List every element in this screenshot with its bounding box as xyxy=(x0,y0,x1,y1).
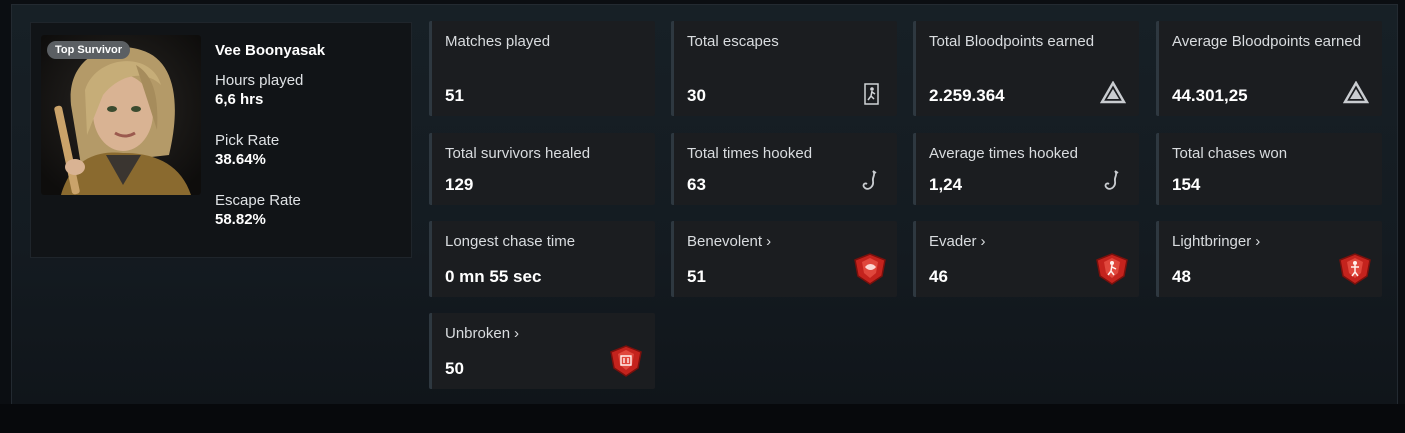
top-survivor-badge: Top Survivor xyxy=(47,41,131,59)
stat-card-chases-won: Total chases won 154 xyxy=(1156,133,1382,205)
stat-value: 0 mn 55 sec xyxy=(445,267,542,286)
stat-value: 2.259.364 xyxy=(929,86,1005,105)
unbroken-emblem-icon xyxy=(610,345,642,377)
stat-label: Total Bloodpoints earned xyxy=(929,33,1095,50)
emblem-label: Evader › xyxy=(929,230,1127,254)
chevron-right-icon: › xyxy=(766,233,772,250)
stat-card-longest-chase: Longest chase time 0 mn 55 sec xyxy=(429,221,655,297)
emblem-label: Lightbringer › xyxy=(1172,230,1370,254)
stat-value: 51 xyxy=(687,267,706,286)
survivor-profile-card: Top Survivor Vee Boonyasak Hours played … xyxy=(30,22,412,258)
stat-value: 1,24 xyxy=(929,175,963,194)
stat-label: Longest chase time xyxy=(445,233,576,250)
chevron-right-icon: › xyxy=(514,325,520,342)
benevolent-emblem-icon xyxy=(854,253,886,285)
stat-value: 129 xyxy=(445,175,474,194)
escape-rate-value: 58.82% xyxy=(215,211,266,228)
emblem-card-lightbringer[interactable]: Lightbringer › 48 xyxy=(1156,221,1382,297)
hook-icon xyxy=(862,170,877,190)
stat-card-average-bloodpoints: Average Bloodpoints earned 44.301,25 xyxy=(1156,21,1382,116)
emblem-label: Unbroken › xyxy=(445,322,643,346)
emblem-name: Unbroken xyxy=(445,325,511,342)
stat-label: Total times hooked xyxy=(687,145,813,162)
stat-card-total-escapes: Total escapes 30 xyxy=(671,21,897,116)
hours-played-label: Hours played xyxy=(215,72,304,89)
stat-card-matches-played: Matches played 51 xyxy=(429,21,655,116)
stat-label: Total escapes xyxy=(687,33,779,50)
stat-value: 48 xyxy=(1172,267,1191,286)
stat-label: Total survivors healed xyxy=(445,145,591,162)
stat-value: 44.301,25 xyxy=(1172,86,1248,105)
stat-label: Average Bloodpoints earned xyxy=(1172,33,1362,50)
emblem-card-evader[interactable]: Evader › 46 xyxy=(913,221,1139,297)
escape-door-icon xyxy=(864,83,879,105)
survivor-info: Vee Boonyasak Hours played 6,6 hrs Pick … xyxy=(215,42,405,251)
emblem-name: Lightbringer xyxy=(1172,233,1252,250)
stat-card-average-times-hooked: Average times hooked 1,24 xyxy=(913,133,1139,205)
stat-value: 51 xyxy=(445,86,464,105)
stat-value: 30 xyxy=(687,86,706,105)
page-footer-shade xyxy=(0,404,1405,433)
stat-card-total-bloodpoints: Total Bloodpoints earned 2.259.364 xyxy=(913,21,1139,116)
lightbringer-emblem-icon xyxy=(1339,253,1371,285)
survivor-name: Vee Boonyasak xyxy=(215,42,326,59)
escape-rate-label: Escape Rate xyxy=(215,192,301,209)
chevron-right-icon: › xyxy=(1255,233,1261,250)
emblem-card-unbroken[interactable]: Unbroken › 50 xyxy=(429,313,655,389)
stat-value: 154 xyxy=(1172,175,1201,194)
stat-card-times-hooked: Total times hooked 63 xyxy=(671,133,897,205)
stat-value: 50 xyxy=(445,359,464,378)
chevron-right-icon: › xyxy=(980,233,986,250)
stat-label: Total chases won xyxy=(1172,145,1288,162)
evader-emblem-icon xyxy=(1096,253,1128,285)
emblem-name: Benevolent xyxy=(687,233,763,250)
stat-label: Average times hooked xyxy=(929,145,1078,162)
bloodpoints-icon xyxy=(1100,81,1126,104)
hours-played-value: 6,6 hrs xyxy=(215,91,264,108)
stat-card-survivors-healed: Total survivors healed 129 xyxy=(429,133,655,205)
emblem-name: Evader xyxy=(929,233,977,250)
emblem-card-benevolent[interactable]: Benevolent › 51 xyxy=(671,221,897,297)
pick-rate-value: 38.64% xyxy=(215,151,266,168)
emblem-label: Benevolent › xyxy=(687,230,885,254)
stat-label: Matches played xyxy=(445,33,551,50)
stat-value: 46 xyxy=(929,267,948,286)
hook-icon xyxy=(1104,170,1119,190)
survivor-portrait xyxy=(41,35,201,195)
stat-value: 63 xyxy=(687,175,706,194)
pick-rate-label: Pick Rate xyxy=(215,132,280,149)
bloodpoints-icon xyxy=(1343,81,1369,104)
